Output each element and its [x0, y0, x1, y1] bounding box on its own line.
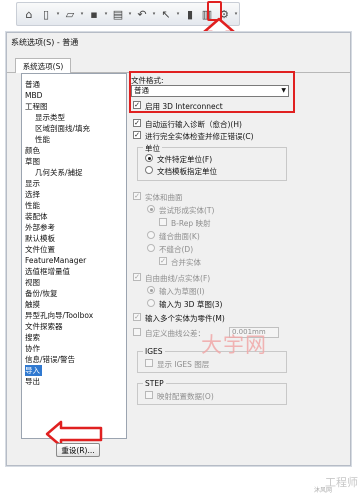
as-3d-sketch-label: 输入为 3D 草图(3) [159, 300, 223, 309]
free-curve-label: 自由曲线/点实体(F) [145, 274, 211, 283]
auto-diagnose-checkbox[interactable]: ✓ [133, 119, 141, 127]
chevron-down-icon[interactable]: ▾ [55, 5, 61, 23]
tree-item-selection[interactable]: 选择 [25, 189, 40, 200]
watermark-text: 大宇网 [201, 333, 267, 357]
no-knit-radio[interactable] [147, 244, 155, 252]
tree-item-import[interactable]: 导入 [25, 365, 42, 376]
rebuild-icon[interactable]: ▮ [182, 5, 198, 23]
options-tree[interactable]: 普通 MBD 工程图 显示类型 区域剖面线/填充 性能 颜色 草图 几何关系/捕… [21, 73, 127, 439]
undo-icon[interactable]: ↶ [134, 5, 150, 23]
tree-item-colors[interactable]: 颜色 [25, 145, 40, 156]
step-map-config-checkbox[interactable] [145, 391, 153, 399]
tree-item-featuremanager[interactable]: FeatureManager [25, 255, 86, 266]
iges-show-layers-label: 显示 IGES 图层 [157, 360, 210, 369]
solid-surface-label: 实体和曲面 [145, 193, 183, 202]
tree-item-export[interactable]: 导出 [25, 376, 40, 387]
tree-item-general[interactable]: 普通 [25, 79, 40, 90]
unit-template-radio[interactable] [145, 166, 153, 174]
tree-item-assemblies[interactable]: 装配体 [25, 211, 48, 222]
try-solid-radio[interactable] [147, 205, 155, 213]
new-document-icon[interactable]: ▯ [38, 5, 54, 23]
tab-system-options[interactable]: 系统选项(S) [15, 58, 71, 73]
tree-item-view[interactable]: 视图 [25, 277, 40, 288]
chevron-down-icon[interactable]: ▾ [79, 5, 85, 23]
tree-item-hole-wizard-toolbox[interactable]: 异型孔向导/Toolbox [25, 310, 93, 321]
full-check-checkbox[interactable]: ✓ [133, 131, 141, 139]
chevron-down-icon[interactable]: ▾ [127, 5, 133, 23]
step-map-config-label: 映射配置数据(O) [157, 392, 214, 401]
tree-item-mbd[interactable]: MBD [25, 90, 42, 101]
custom-tolerance-label: 自定义曲线公差： [145, 329, 205, 338]
tree-item-file-explorer[interactable]: 文件探索器 [25, 321, 63, 332]
tree-item-default-templates[interactable]: 默认模板 [25, 233, 55, 244]
knit-label: 缝合曲面(K) [159, 232, 200, 241]
brep-label: B-Rep 映射 [171, 219, 211, 228]
tree-item-external-references[interactable]: 外部参考 [25, 222, 55, 233]
dialog-title: 系统选项(S) - 普通 [11, 38, 79, 47]
file-format-select[interactable]: 普通 ▼ [131, 85, 289, 97]
custom-tolerance-checkbox[interactable] [133, 328, 141, 336]
tree-item-file-locations[interactable]: 文件位置 [25, 244, 55, 255]
home-icon[interactable]: ⌂ [21, 5, 37, 23]
reset-button[interactable]: 重设(R)... [56, 443, 100, 457]
tree-item-messages[interactable]: 信息/错误/警告 [25, 354, 75, 365]
system-options-dialog: 系统选项(S) - 普通 系统选项(S) 普通 MBD 工程图 显示类型 区域剖… [6, 32, 351, 466]
tree-item-relations-snaps[interactable]: 几何关系/捕捉 [35, 167, 83, 178]
tree-item-backup-recover[interactable]: 备份/恢复 [25, 288, 58, 299]
open-folder-icon[interactable]: ▱ [62, 5, 78, 23]
iges-group-label: IGES [143, 347, 165, 356]
as-sketch-label: 输入为草图(I) [159, 287, 205, 296]
import-options-panel: 文件格式: 普通 ▼ ✓ 启用 3D Interconnect ✓ 自动运行输入… [129, 71, 347, 461]
unit-template-label: 文档模板指定单位 [157, 167, 217, 176]
knit-radio[interactable] [147, 231, 155, 239]
merge-checkbox[interactable]: ✓ [159, 257, 167, 265]
file-format-value: 普通 [134, 86, 149, 95]
unit-file-radio[interactable] [145, 154, 153, 162]
solid-surface-checkbox[interactable]: ✓ [133, 192, 141, 200]
tree-item-display[interactable]: 显示 [25, 178, 40, 189]
tree-item-collaboration[interactable]: 协作 [25, 343, 40, 354]
save-icon[interactable]: ▪ [86, 5, 102, 23]
tree-item-touch[interactable]: 触摸 [25, 299, 40, 310]
free-curve-checkbox[interactable]: ✓ [133, 273, 141, 281]
print-icon[interactable]: ▤ [110, 5, 126, 23]
merge-label: 合并实体 [171, 258, 201, 267]
site-watermark: 沐风网 [313, 487, 332, 494]
tree-item-display-style[interactable]: 显示类型 [35, 112, 65, 123]
iges-show-layers-checkbox[interactable] [145, 359, 153, 367]
tree-item-drawing-performance[interactable]: 性能 [35, 134, 50, 145]
full-check-label: 进行完全实体检查并修正错误(C) [145, 132, 254, 141]
no-knit-label: 不缝合(D) [159, 245, 194, 254]
chevron-down-icon: ▼ [281, 87, 286, 94]
tree-item-spin-box-increments[interactable]: 选值框增量值 [25, 266, 70, 277]
unit-file-label: 文件特定单位(F) [157, 155, 213, 164]
select-arrow-icon[interactable]: ↖ [158, 5, 174, 23]
chevron-down-icon[interactable]: ▾ [151, 5, 157, 23]
multi-parts-checkbox[interactable]: ✓ [133, 313, 141, 321]
as-3d-sketch-radio[interactable] [147, 299, 155, 307]
tree-item-drawings[interactable]: 工程图 [25, 101, 48, 112]
step-group-label: STEP [143, 379, 166, 388]
tree-item-performance[interactable]: 性能 [25, 200, 40, 211]
auto-diagnose-label: 自动运行输入诊断（愈合)(H) [145, 120, 242, 129]
enable-3d-interconnect-checkbox[interactable]: ✓ [133, 101, 141, 109]
enable-3d-interconnect-label: 启用 3D Interconnect [145, 102, 223, 111]
brep-checkbox[interactable] [159, 218, 167, 226]
chevron-down-icon[interactable]: ▾ [103, 5, 109, 23]
unit-group-label: 单位 [143, 143, 162, 154]
multi-parts-label: 输入多个实体为零件(M) [145, 314, 225, 323]
chevron-down-icon[interactable]: ▾ [175, 5, 181, 23]
tree-item-area-hatch[interactable]: 区域剖面线/填充 [35, 123, 90, 134]
tree-item-search[interactable]: 搜索 [25, 332, 40, 343]
as-sketch-radio[interactable] [147, 286, 155, 294]
try-solid-label: 尝试形成实体(T) [159, 206, 215, 215]
tree-item-sketch[interactable]: 草图 [25, 156, 40, 167]
